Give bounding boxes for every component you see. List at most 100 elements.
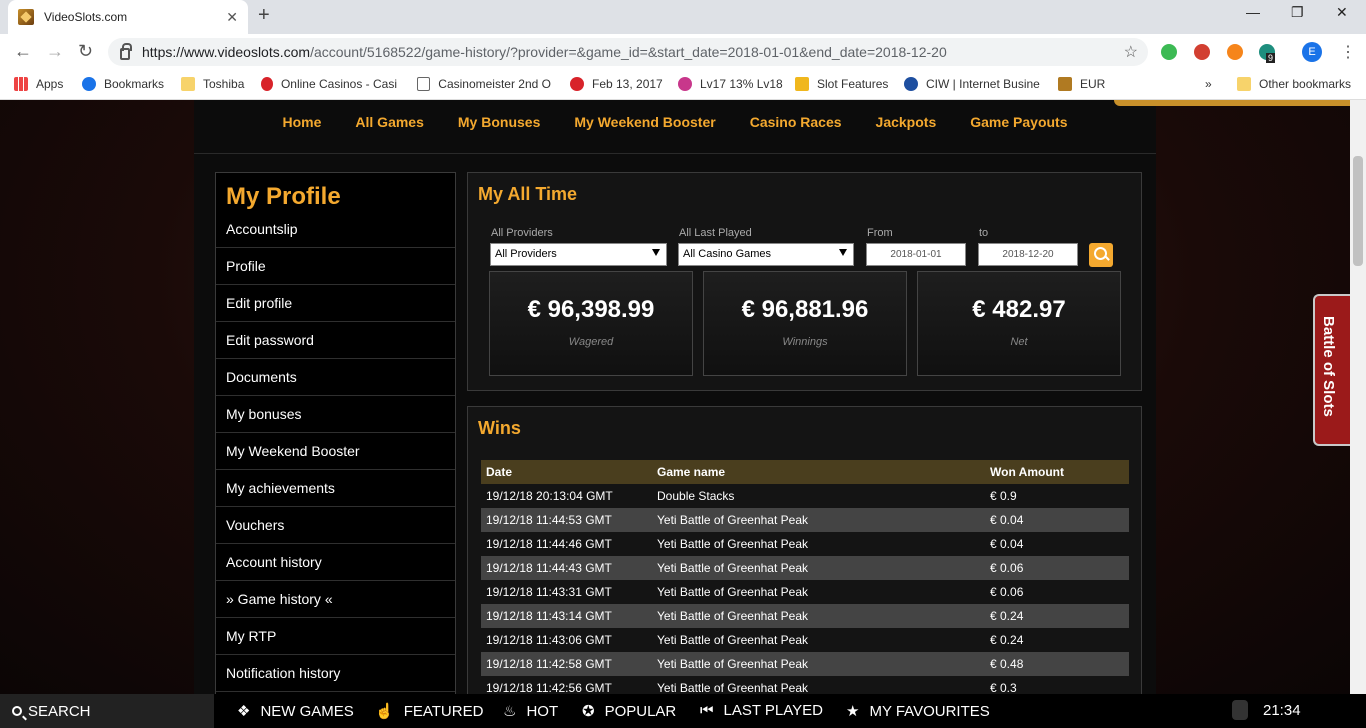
bookmark-apps[interactable]: Apps [14, 77, 63, 91]
new-tab-button[interactable]: + [258, 4, 270, 27]
tab-close-icon[interactable]: ✕ [226, 9, 238, 26]
close-window-icon[interactable]: ✕ [1336, 4, 1348, 21]
game-search-button[interactable]: SEARCH [0, 694, 214, 728]
sidebar-item-game-history[interactable]: » Game history « [216, 581, 455, 618]
col-game-name: Game name [657, 465, 726, 479]
featured-button[interactable]: ☝ FEATURED [375, 702, 483, 721]
bookmark-star-icon[interactable]: ☆ [1124, 42, 1138, 62]
bookmark-feb13[interactable]: Feb 13, 2017 [570, 77, 663, 91]
sidebar-item-achievements[interactable]: My achievements [216, 470, 455, 507]
pink-circle-icon [678, 77, 692, 91]
my-favourites-button[interactable]: ★ MY FAVOURITES [846, 702, 990, 721]
end-date-input[interactable]: 2018-12-20 [978, 243, 1078, 266]
new-games-button[interactable]: ❖ NEW GAMES [237, 702, 354, 721]
star-icon: ★ [846, 703, 860, 720]
back-icon[interactable]: ← [14, 41, 32, 62]
sidebar-item-edit-profile[interactable]: Edit profile [216, 285, 455, 322]
browser-tab[interactable]: VideoSlots.com ✕ [8, 0, 248, 34]
sidebar-item-account-history[interactable]: Account history [216, 544, 455, 581]
thumbs-up-icon: ☝ [375, 703, 394, 720]
bookmark-bookmarks[interactable]: Bookmarks [82, 77, 164, 91]
bookmark-ciw[interactable]: CIW | Internet Busine [904, 77, 1040, 91]
bookmark-other[interactable]: Other bookmarks [1237, 77, 1351, 91]
sidebar-item-edit-password[interactable]: Edit password [216, 322, 455, 359]
from-label: From [867, 227, 893, 239]
bookmark-online-casinos[interactable]: Online Casinos - Casi [261, 77, 397, 91]
sidebar-item-documents[interactable]: Documents [216, 359, 455, 396]
nav-casino-races[interactable]: Casino Races [733, 114, 859, 153]
last-played-button[interactable]: ⏮ LAST PLAYED [700, 702, 823, 719]
browser-menu-icon[interactable]: ⋮ [1340, 42, 1356, 62]
nav-weekend-booster[interactable]: My Weekend Booster [557, 114, 732, 153]
videoslots-favicon-icon [1058, 77, 1072, 91]
extension-green-icon[interactable] [1161, 44, 1177, 60]
sidebar-item-vouchers[interactable]: Vouchers [216, 507, 455, 544]
rewind-icon: ⏮ [700, 702, 714, 719]
reload-icon[interactable]: ↻ [78, 41, 93, 62]
table-row: 19/12/18 11:44:53 GMT Yeti Battle of Gree… [481, 508, 1129, 532]
popular-icon: ✪ [582, 703, 595, 720]
sidebar-item-profile[interactable]: Profile [216, 248, 455, 285]
dropdown-arrow-icon [652, 249, 660, 256]
url-field[interactable]: https://www.videoslots.com/account/51685… [108, 38, 1148, 66]
wagered-label: Wagered [568, 336, 614, 348]
popular-button[interactable]: ✪ POPULAR [582, 702, 676, 721]
wins-title: Wins [478, 418, 521, 438]
col-date: Date [486, 465, 513, 479]
hot-button[interactable]: ♨ HOT [503, 702, 558, 721]
providers-select[interactable]: All Providers [490, 243, 667, 266]
net-value: € 482.97 [972, 296, 1066, 323]
bookmarks-bar: Apps Bookmarks Toshiba Online Casinos - … [0, 70, 1366, 100]
search-icon [12, 706, 22, 716]
url-path: /account/5168522/game-history/?provider=… [310, 44, 947, 60]
net-label: Net [1010, 336, 1028, 348]
sidebar-item-accountslip[interactable]: Accountslip [216, 211, 455, 248]
minimize-icon[interactable]: — [1246, 4, 1260, 20]
table-row: 19/12/18 11:43:14 GMT Yeti Battle of Gree… [481, 604, 1129, 628]
search-button[interactable] [1089, 243, 1113, 267]
table-row: 19/12/18 11:42:56 GMT Yeti Battle of Gree… [486, 681, 1017, 694]
bookmark-eur[interactable]: EUR [1058, 77, 1105, 91]
sidebar-item-weekend-booster[interactable]: My Weekend Booster [216, 433, 455, 470]
page-scrollbar[interactable] [1350, 100, 1366, 694]
scrollbar-thumb[interactable] [1353, 156, 1363, 266]
nav-jackpots[interactable]: Jackpots [859, 114, 954, 153]
sidebar-item-notification-history[interactable]: Notification history [216, 655, 455, 692]
restore-icon[interactable]: ❐ [1291, 4, 1304, 21]
start-date-input[interactable]: 2018-01-01 [866, 243, 966, 266]
bookmarks-overflow[interactable]: » [1205, 77, 1212, 91]
url-host: https://www.videoslots.com [142, 44, 311, 60]
battle-of-slots-tab[interactable]: Battle of Slots [1313, 294, 1350, 446]
battle-of-slots-label: Battle of Slots [1320, 316, 1337, 417]
metamask-fox-icon[interactable] [1227, 44, 1243, 60]
all-time-panel: My All Time All Providers All Providers … [467, 172, 1142, 391]
extension-red-icon[interactable] [1194, 44, 1210, 60]
forward-icon[interactable]: → [46, 41, 64, 62]
sidebar-title: My Profile [226, 183, 341, 210]
bookmark-lv17[interactable]: Lv17 13% Lv18 [678, 77, 783, 91]
col-won-amount: Won Amount [990, 465, 1064, 479]
sidebar-item-my-bonuses[interactable]: My bonuses [216, 396, 455, 433]
flame-icon: ♨ [503, 703, 517, 720]
bookmark-casinomeister[interactable]: Casinomeister 2nd O [417, 77, 551, 91]
bookmark-slot-features[interactable]: Slot Features [795, 77, 888, 91]
providers-selected: All Providers [495, 248, 557, 260]
table-row: 19/12/18 11:43:31 GMT Yeti Battle of Gree… [486, 585, 1024, 599]
wins-panel: Wins Date Game name Won Amount 19/12/18 … [467, 406, 1142, 694]
sidebar-item-my-rtp[interactable]: My RTP [216, 618, 455, 655]
profile-avatar[interactable]: E [1302, 42, 1322, 62]
extension-shield-icon[interactable]: 9 [1259, 44, 1276, 63]
nav-home[interactable]: Home [266, 114, 339, 153]
bookmark-toshiba[interactable]: Toshiba [181, 77, 244, 91]
nav-game-payouts[interactable]: Game Payouts [953, 114, 1084, 153]
stat-wagered: € 96,398.99 Wagered [489, 271, 693, 376]
table-row: 19/12/18 11:44:43 GMT Yeti Battle of Gree… [481, 556, 1129, 580]
last-played-select[interactable]: All Casino Games [678, 243, 854, 266]
dropdown-arrow-icon [839, 249, 847, 256]
nav-all-games[interactable]: All Games [338, 114, 440, 153]
nav-my-bonuses[interactable]: My Bonuses [441, 114, 557, 153]
played-label: All Last Played [679, 227, 752, 239]
notification-bell-icon[interactable] [1232, 700, 1248, 720]
star-bookmark-icon [82, 77, 96, 91]
search-label: SEARCH [28, 702, 91, 720]
